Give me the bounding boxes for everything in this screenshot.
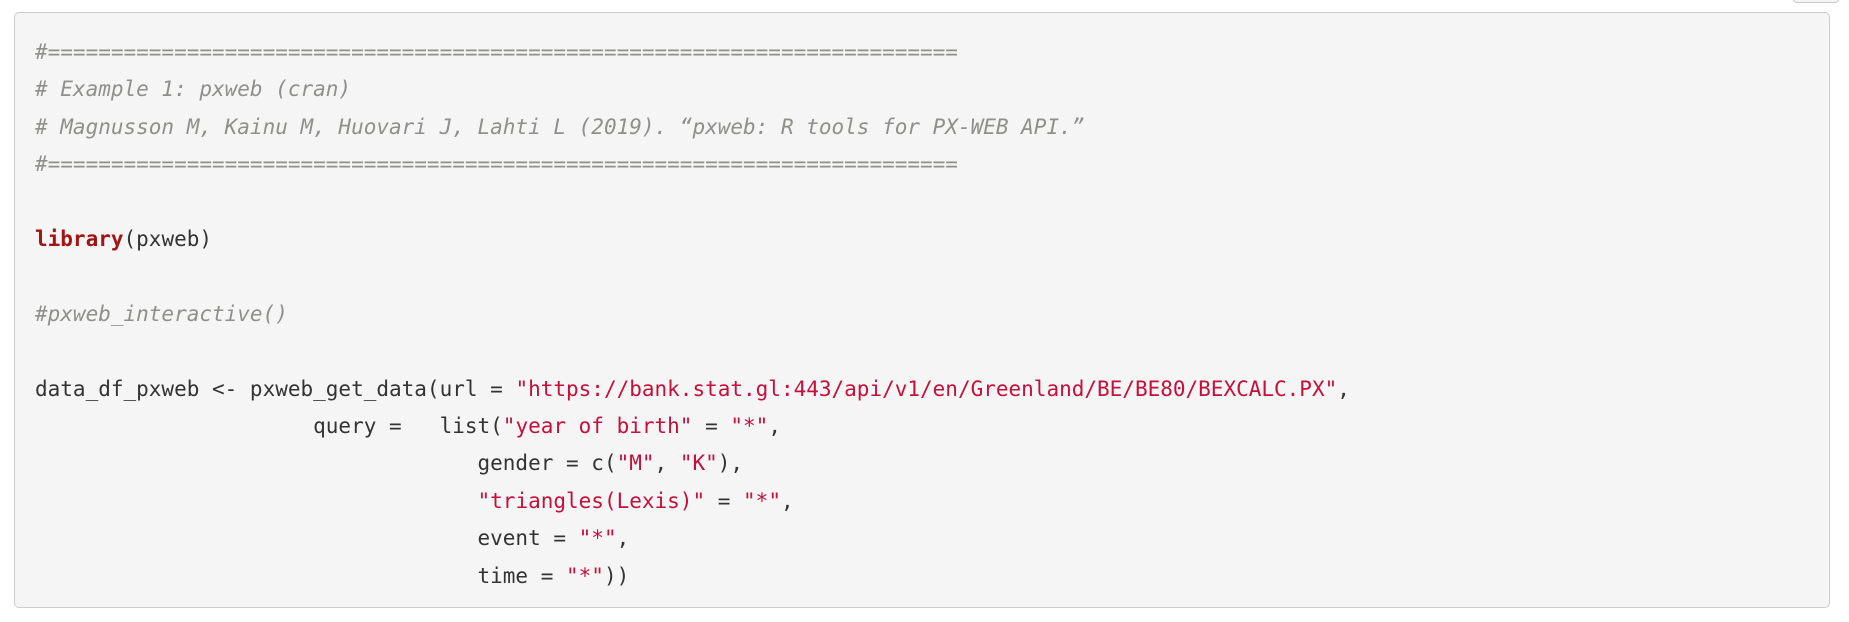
code-text: query = list(	[35, 414, 503, 439]
code-block: #=======================================…	[14, 12, 1830, 608]
code-text: =	[692, 414, 731, 439]
code-text: ,	[654, 451, 680, 476]
code-line: #=======================================…	[35, 34, 1350, 71]
code-text: data_df_pxweb <- pxweb_get_data(url =	[35, 376, 516, 401]
code-line: time = "*"))	[35, 558, 1350, 595]
code-comment: #=======================================…	[35, 152, 958, 177]
code-text: (pxweb)	[123, 227, 213, 252]
code-text: ),	[717, 451, 744, 476]
code-comment: #pxweb_interactive()	[35, 301, 288, 326]
code-string: "M"	[616, 451, 655, 476]
code-string: "*"	[743, 488, 781, 513]
code-line: "triangles(Lexis)" = "*",	[35, 483, 1350, 520]
code-text: ,	[1337, 376, 1350, 401]
code-text: ))	[603, 563, 630, 588]
code-string: "*"	[578, 526, 617, 551]
code-line: #pxweb_interactive()	[35, 296, 1350, 333]
code-text: ,	[616, 526, 630, 551]
code-line: query = list("year of birth" = "*",	[35, 408, 1350, 445]
code-string: "triangles(Lexis)"	[477, 488, 706, 513]
code-line: event = "*",	[35, 520, 1350, 557]
code-text: ,	[780, 488, 794, 513]
code-text: time =	[35, 563, 567, 588]
scroll-tab	[1793, 0, 1839, 3]
code-string: "*"	[730, 414, 769, 439]
code-comment: # Magnusson M, Kainu M, Huovari J, Lahti…	[35, 114, 1085, 139]
code-line: # Example 1: pxweb (cran)	[35, 71, 1350, 108]
code-string: "*"	[566, 563, 604, 588]
code-comment: #=======================================…	[35, 40, 958, 64]
code-content: #=======================================…	[35, 34, 1350, 595]
code-text: ,	[768, 414, 781, 439]
code-text: gender = c(	[35, 451, 617, 476]
code-keyword: library	[35, 227, 124, 252]
code-string: "year of birth"	[502, 414, 693, 439]
code-line: # Magnusson M, Kainu M, Huovari J, Lahti…	[35, 109, 1350, 146]
code-string: "K"	[679, 451, 718, 476]
code-line: data_df_pxweb <- pxweb_get_data(url = "h…	[35, 371, 1350, 408]
code-comment: # Example 1: pxweb (cran)	[35, 77, 352, 102]
code-string: "https://bank.stat.gl:443/api/v1/en/Gree…	[515, 376, 1338, 401]
code-line: #=======================================…	[35, 146, 1350, 183]
code-text: event =	[35, 526, 579, 551]
code-line: library(pxweb)	[35, 221, 1350, 258]
code-text: =	[705, 488, 744, 513]
code-line: gender = c("M", "K"),	[35, 445, 1350, 482]
